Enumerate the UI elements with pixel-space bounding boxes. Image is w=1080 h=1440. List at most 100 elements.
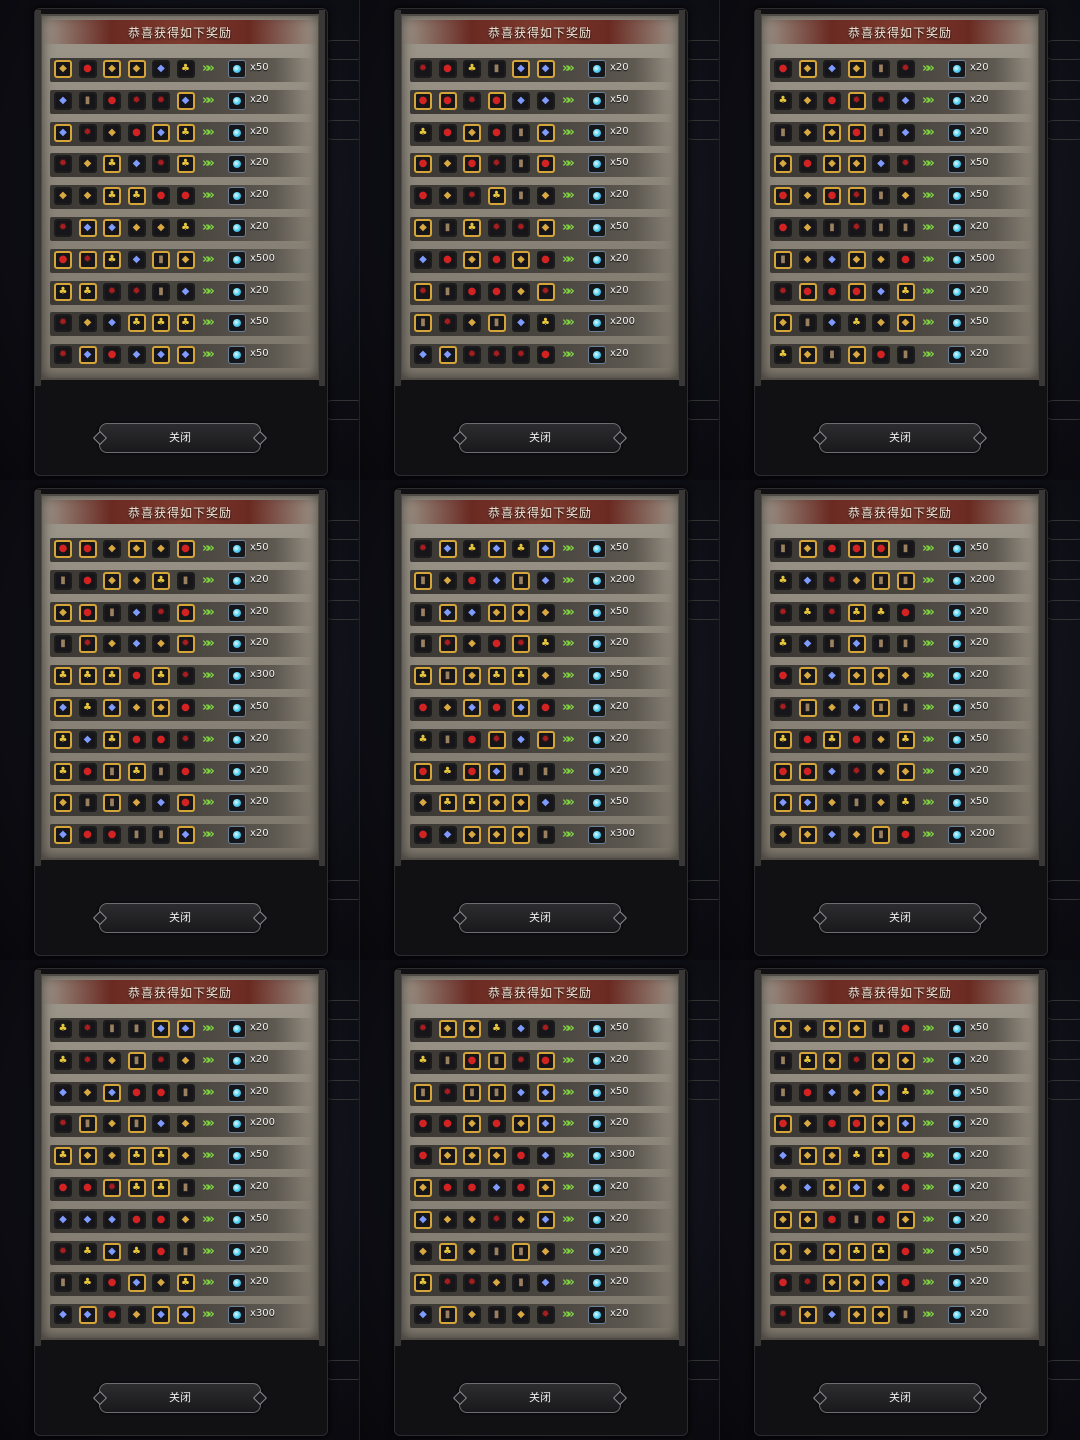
- blue-diamond-icon: ◆: [512, 699, 530, 717]
- gold-ore-icon: ◆: [798, 667, 817, 686]
- barrel-icon: ▮: [774, 1083, 792, 1102]
- red-seal-icon: ✹: [463, 1274, 481, 1293]
- red-seal-icon: ✹: [438, 1274, 457, 1293]
- blood-drop-icon: ●: [54, 540, 72, 558]
- blue-crystal-icon: [588, 794, 606, 813]
- blood-drop-icon: ●: [414, 187, 432, 206]
- gold-ore-icon: ◆: [872, 1179, 890, 1197]
- blue-crystal-icon: [948, 1083, 966, 1102]
- blue-diamond-icon: ◆: [536, 571, 555, 590]
- gold-ore-icon: ◆: [798, 219, 817, 237]
- blood-drop-icon: ●: [823, 91, 841, 110]
- gold-ore-icon: ◆: [127, 571, 146, 590]
- gold-ore-icon: ◆: [823, 699, 841, 717]
- arrows-icon: »»: [562, 92, 575, 108]
- blood-drop-icon: ●: [798, 730, 817, 749]
- gold-ore-icon: ◆: [78, 155, 97, 174]
- reward-amount: x20: [250, 189, 269, 201]
- reward-row: ✹ ● ● ● ◆ ♣ »» x20: [770, 280, 1034, 305]
- close-button[interactable]: 关闭: [99, 903, 261, 933]
- red-seal-icon: ✹: [414, 60, 432, 78]
- reward-amount: x50: [250, 316, 269, 328]
- reward-amount: x20: [970, 221, 989, 232]
- blue-diamond-icon: ◆: [127, 155, 146, 174]
- blue-diamond-icon: ◆: [78, 346, 97, 365]
- blue-diamond-icon: ◆: [536, 1210, 555, 1229]
- gold-nugget-icon: ♣: [896, 1083, 915, 1102]
- barrel-icon: ▮: [896, 1306, 915, 1325]
- gold-ore-icon: ◆: [774, 1210, 792, 1229]
- blood-drop-icon: ●: [896, 1274, 915, 1293]
- blood-drop-icon: ●: [414, 699, 432, 717]
- blood-drop-icon: ●: [896, 1242, 915, 1261]
- blood-drop-icon: ●: [103, 91, 121, 110]
- red-seal-icon: ✹: [798, 1274, 817, 1293]
- blood-drop-icon: ●: [438, 1179, 457, 1197]
- blood-drop-icon: ●: [127, 1210, 146, 1229]
- gold-ore-icon: ◆: [798, 1306, 817, 1325]
- arrows-icon: »»: [922, 1084, 935, 1100]
- blue-diamond-icon: ◆: [487, 540, 506, 558]
- gold-nugget-icon: ♣: [872, 1147, 890, 1166]
- close-button[interactable]: 关闭: [459, 423, 621, 453]
- gold-nugget-icon: ♣: [536, 635, 555, 654]
- blue-crystal-icon: [588, 1020, 606, 1038]
- blood-drop-icon: ●: [823, 540, 841, 558]
- arrows-icon: »»: [562, 1021, 575, 1036]
- barrel-icon: ▮: [414, 314, 432, 333]
- red-seal-icon: ✹: [512, 635, 530, 654]
- gold-ore-icon: ◆: [774, 1242, 792, 1261]
- reward-row: ◆ ◆ ◆ ◆ ▮ ● »» x200: [770, 824, 1034, 849]
- close-button[interactable]: 关闭: [819, 423, 981, 453]
- blue-diamond-icon: ◆: [103, 699, 121, 717]
- reward-amount: x20: [250, 284, 269, 296]
- close-button[interactable]: 关闭: [819, 903, 981, 933]
- reward-row: ● ● ◆ ● ◆ ◆ »» x20: [410, 1113, 674, 1138]
- blood-drop-icon: ●: [798, 155, 817, 174]
- reward-amount: x200: [970, 828, 996, 840]
- barrel-icon: ▮: [127, 1020, 146, 1038]
- gold-ore-icon: ◆: [798, 1020, 817, 1038]
- red-seal-icon: ✹: [54, 314, 72, 333]
- gold-ore-icon: ◆: [536, 667, 555, 686]
- close-button[interactable]: 关闭: [459, 1383, 621, 1413]
- blood-drop-icon: ●: [896, 826, 915, 845]
- close-button[interactable]: 关闭: [99, 1383, 261, 1413]
- arrows-icon: »»: [202, 283, 215, 299]
- barrel-icon: ▮: [872, 187, 890, 206]
- reward-row: ♣ ♣ ✹ ✹ ▮ ◆ »» x20: [50, 280, 314, 305]
- reward-row: ▮ ● ◆ ◆ ◆ ♣ »» x50: [770, 1081, 1034, 1106]
- reward-amount: x20: [250, 1022, 269, 1033]
- reward-row: ● ♣ ● ◆ ▮ ▮ »» x20: [410, 760, 674, 785]
- gold-ore-icon: ◆: [463, 635, 481, 654]
- red-seal-icon: ✹: [512, 346, 530, 365]
- barrel-icon: ▮: [438, 667, 457, 686]
- barrel-icon: ▮: [536, 826, 555, 845]
- arrows-icon: »»: [202, 731, 215, 747]
- blue-diamond-icon: ◆: [78, 730, 97, 749]
- arrows-icon: »»: [922, 1116, 935, 1132]
- reward-row: ◆ ▮ ◆ ▮ ◆ ✹ »» x20: [410, 1304, 674, 1329]
- close-button[interactable]: 关闭: [459, 903, 621, 933]
- blue-diamond-icon: ◆: [438, 346, 457, 365]
- reward-amount: x20: [250, 764, 269, 776]
- barrel-icon: ▮: [512, 187, 530, 206]
- reward-amount: x50: [610, 157, 629, 169]
- gold-nugget-icon: ♣: [414, 730, 432, 749]
- gold-ore-icon: ◆: [487, 603, 506, 622]
- barrel-icon: ▮: [872, 60, 890, 78]
- blue-crystal-icon: [948, 1210, 966, 1229]
- arrows-icon: »»: [922, 572, 935, 588]
- gold-nugget-icon: ♣: [414, 1274, 432, 1293]
- arrows-icon: »»: [202, 61, 215, 76]
- close-button[interactable]: 关闭: [99, 423, 261, 453]
- gold-ore-icon: ◆: [823, 794, 841, 813]
- reward-amount: x20: [610, 1212, 629, 1224]
- reward-row: ● ◆ ● ✹ ▮ ● »» x50: [410, 153, 674, 178]
- blood-drop-icon: ●: [438, 123, 457, 142]
- reward-amount: x20: [610, 189, 629, 201]
- close-button[interactable]: 关闭: [819, 1383, 981, 1413]
- barrel-icon: ▮: [512, 1274, 530, 1293]
- barrel-icon: ▮: [872, 699, 890, 717]
- arrows-icon: »»: [922, 156, 935, 172]
